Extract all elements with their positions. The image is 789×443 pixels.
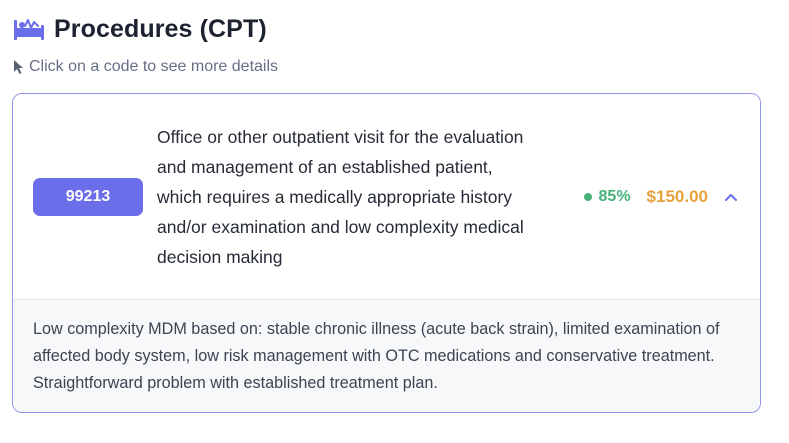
procedure-details: Low complexity MDM based on: stable chro…: [13, 299, 760, 412]
chevron-up-icon[interactable]: [722, 188, 740, 206]
page-title: Procedures (CPT): [54, 14, 267, 43]
cursor-pointer-icon: [12, 59, 26, 75]
confidence-value: 85%: [598, 187, 631, 205]
section-header: Procedures (CPT): [12, 12, 777, 46]
hint-text-row: Click on a code to see more details: [12, 57, 777, 77]
procedures-panel: Procedures (CPT) Click on a code to see …: [0, 0, 789, 443]
confidence-dot-icon: [583, 192, 592, 201]
procedure-card: 99213 Office or other outpatient visit f…: [12, 93, 761, 413]
procedure-price: $150.00: [646, 186, 708, 206]
procedure-bed-icon: [12, 16, 46, 42]
confidence-indicator: 85%: [583, 187, 631, 206]
procedure-description: Office or other outpatient visit for the…: [157, 126, 524, 267]
procedure-card-header[interactable]: 99213 Office or other outpatient visit f…: [13, 94, 760, 299]
cpt-code-badge[interactable]: 99213: [33, 177, 143, 216]
hint-label: Click on a code to see more details: [29, 58, 279, 75]
